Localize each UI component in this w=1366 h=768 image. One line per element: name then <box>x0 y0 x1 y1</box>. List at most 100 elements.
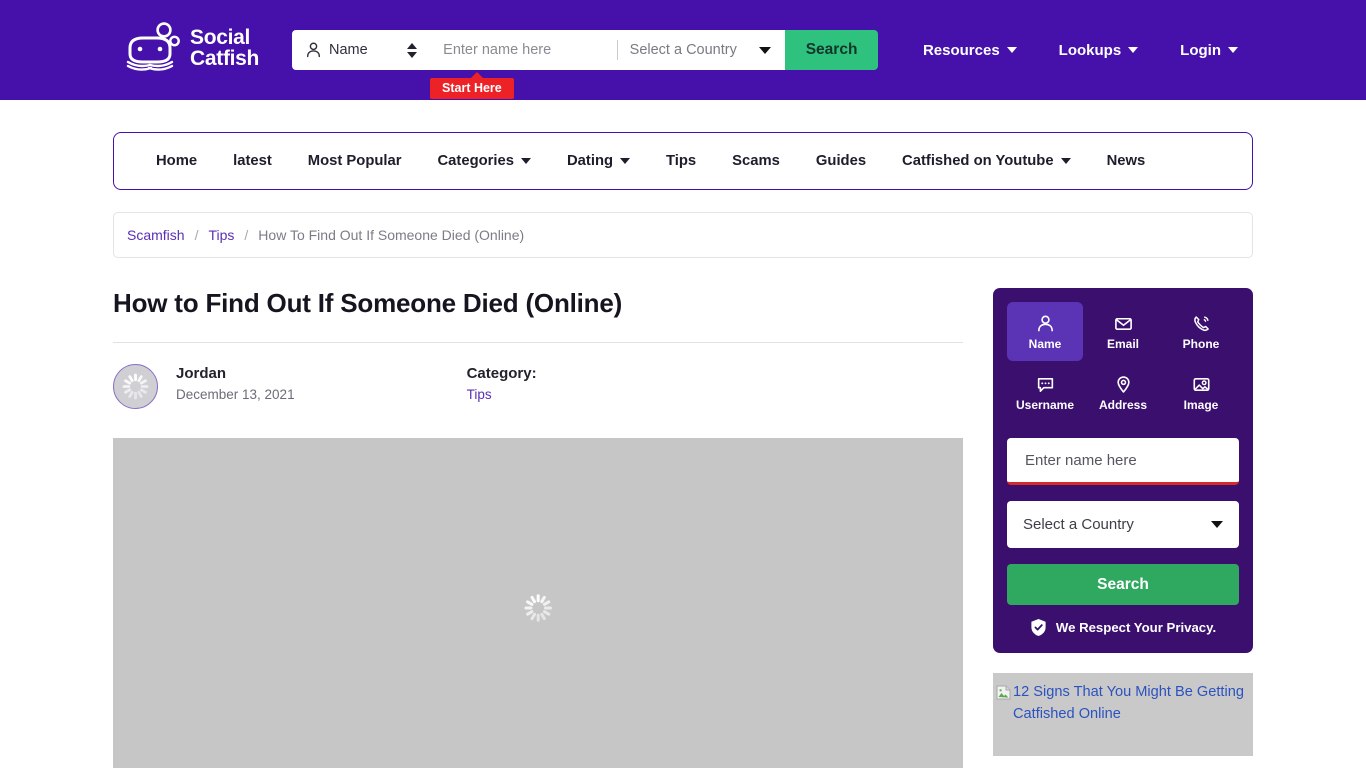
privacy-text: We Respect Your Privacy. <box>1055 620 1217 635</box>
header-nav-item-lookups[interactable]: Lookups <box>1059 42 1139 59</box>
catfish-logo-icon <box>126 22 180 71</box>
lookup-tab-label: Username <box>1015 397 1075 412</box>
sidebar-name-input[interactable] <box>1023 450 1223 470</box>
header-country-select[interactable]: Select a Country <box>617 30 786 70</box>
nav-item-label: Catfished on Youtube <box>902 153 1054 169</box>
nav-item-scams[interactable]: Scams <box>714 153 798 169</box>
header-nav-label: Login <box>1180 41 1221 59</box>
article-column: How to Find Out If Someone Died (Online) <box>113 288 963 768</box>
nav-item-most-popular[interactable]: Most Popular <box>290 153 420 169</box>
avatar <box>113 364 158 409</box>
page-body: Home latest Most Popular Categories Dati… <box>0 132 1366 768</box>
logo-line-1: Social <box>190 26 251 49</box>
header-country-label: Select a Country <box>629 42 737 58</box>
lookup-tab-label: Image <box>1183 397 1219 412</box>
broken-image-row: 12 Signs That You Might Be Getting Catfi… <box>996 681 1245 725</box>
hero-image-placeholder <box>113 438 963 768</box>
breadcrumb-current: How To Find Out If Someone Died (Online) <box>258 227 525 243</box>
sidebar-country-label: Select a Country <box>1023 516 1134 533</box>
category-link[interactable]: Tips <box>467 387 537 402</box>
nav-item-dating[interactable]: Dating <box>549 153 648 169</box>
chat-bubble-icon <box>1037 377 1053 392</box>
nav-item-label: Dating <box>566 153 614 169</box>
search-type-label: Name <box>329 42 368 58</box>
up-down-stepper-icon[interactable] <box>407 41 418 59</box>
header-nav-item-login[interactable]: Login <box>1180 42 1238 59</box>
phone-ring-icon <box>1193 315 1209 331</box>
logo-line-2: Catfish <box>190 47 260 70</box>
lookup-tab-label: Name <box>1028 336 1062 351</box>
nav-item-label: Categories <box>437 153 514 169</box>
logo-wordmark: Social Catfish <box>190 27 259 69</box>
nav-item-label: Tips <box>666 153 697 169</box>
nav-item-catfished-on-youtube[interactable]: Catfished on Youtube <box>884 153 1089 169</box>
lookup-widget: Name Email Phone Username Address Image … <box>993 288 1253 653</box>
lookup-tab-image[interactable]: Image <box>1163 363 1239 422</box>
lookup-tab-email[interactable]: Email <box>1085 302 1161 361</box>
person-icon <box>1037 314 1053 331</box>
category-block: Category: Tips <box>467 364 537 402</box>
sidebar-ad-broken-image[interactable]: 12 Signs That You Might Be Getting Catfi… <box>993 673 1253 756</box>
lookup-tab-phone[interactable]: Phone <box>1163 302 1239 361</box>
category-label: Category: <box>466 365 537 382</box>
image-icon <box>1192 377 1210 391</box>
start-here-badge: Start Here <box>430 72 514 99</box>
person-icon <box>306 42 321 58</box>
nav-item-categories[interactable]: Categories <box>420 153 549 169</box>
chevron-down-icon <box>1060 158 1071 164</box>
loading-spinner-icon <box>122 373 149 400</box>
body-layout: How to Find Out If Someone Died (Online) <box>113 288 1253 768</box>
caret-down-icon <box>759 46 772 54</box>
nav-item-label: Scams <box>732 153 780 169</box>
article-meta: Jordan December 13, 2021 Category: Tips <box>113 364 963 409</box>
envelope-icon <box>1114 317 1132 330</box>
site-header: Social Catfish Name Select a Country Sea… <box>0 0 1366 100</box>
nav-item-guides[interactable]: Guides <box>798 153 884 169</box>
breadcrumb-link-tips[interactable]: Tips <box>208 227 234 243</box>
nav-item-latest[interactable]: latest <box>215 153 290 169</box>
breadcrumb: Scamfish / Tips / How To Find Out If Som… <box>113 212 1253 258</box>
author-block: Jordan December 13, 2021 <box>176 364 295 402</box>
breadcrumb-link-scamfish[interactable]: Scamfish <box>127 227 185 243</box>
lookup-tab-label: Address <box>1098 397 1148 412</box>
chevron-down-icon <box>1228 47 1238 53</box>
search-type-selector[interactable]: Name <box>292 30 428 70</box>
lookup-tab-username[interactable]: Username <box>1007 363 1083 422</box>
sidebar-search-button[interactable]: Search <box>1007 564 1239 605</box>
header-name-field-wrap <box>427 30 617 70</box>
publish-date: December 13, 2021 <box>176 387 295 402</box>
lookup-tabs: Name Email Phone Username Address Image <box>1007 302 1239 422</box>
sidebar-country-select[interactable]: Select a Country <box>1007 501 1239 548</box>
header-search-button[interactable]: Search <box>785 30 878 70</box>
lookup-tab-name[interactable]: Name <box>1007 302 1083 361</box>
page-title: How to Find Out If Someone Died (Online) <box>113 288 623 318</box>
loading-spinner-icon <box>524 594 552 622</box>
header-name-input[interactable] <box>441 41 617 59</box>
breadcrumb-separator: / <box>194 227 199 243</box>
author-name: Jordan <box>176 365 227 382</box>
sidebar-name-field-wrap <box>1007 438 1239 485</box>
nav-item-label: Home <box>156 153 198 169</box>
shield-check-icon <box>1031 619 1046 636</box>
privacy-notice: We Respect Your Privacy. <box>1007 618 1239 637</box>
nav-item-news[interactable]: News <box>1089 153 1164 169</box>
chevron-down-icon <box>620 158 631 164</box>
main-navigation: Home latest Most Popular Categories Dati… <box>113 132 1253 190</box>
nav-item-tips[interactable]: Tips <box>648 153 714 169</box>
nav-item-label: latest <box>233 153 272 169</box>
nav-item-label: Most Popular <box>307 153 402 169</box>
nav-item-label: News <box>1106 153 1146 169</box>
header-nav-item-resources[interactable]: Resources <box>923 42 1017 59</box>
lookup-tab-label: Phone <box>1182 336 1220 351</box>
chevron-down-icon <box>1006 47 1017 53</box>
nav-item-home[interactable]: Home <box>138 153 215 169</box>
header-nav: Resources Lookups Login <box>923 0 1238 100</box>
site-logo[interactable]: Social Catfish <box>124 22 259 74</box>
lookup-tab-address[interactable]: Address <box>1085 363 1161 422</box>
chevron-down-icon <box>520 158 531 164</box>
breadcrumb-separator: / <box>244 227 249 243</box>
title-divider <box>113 342 963 343</box>
lookup-form: Select a Country Search We Respect Your … <box>1007 438 1239 637</box>
nav-item-label: Guides <box>815 153 867 169</box>
header-search-bar: Name Select a Country Search <box>292 30 878 70</box>
